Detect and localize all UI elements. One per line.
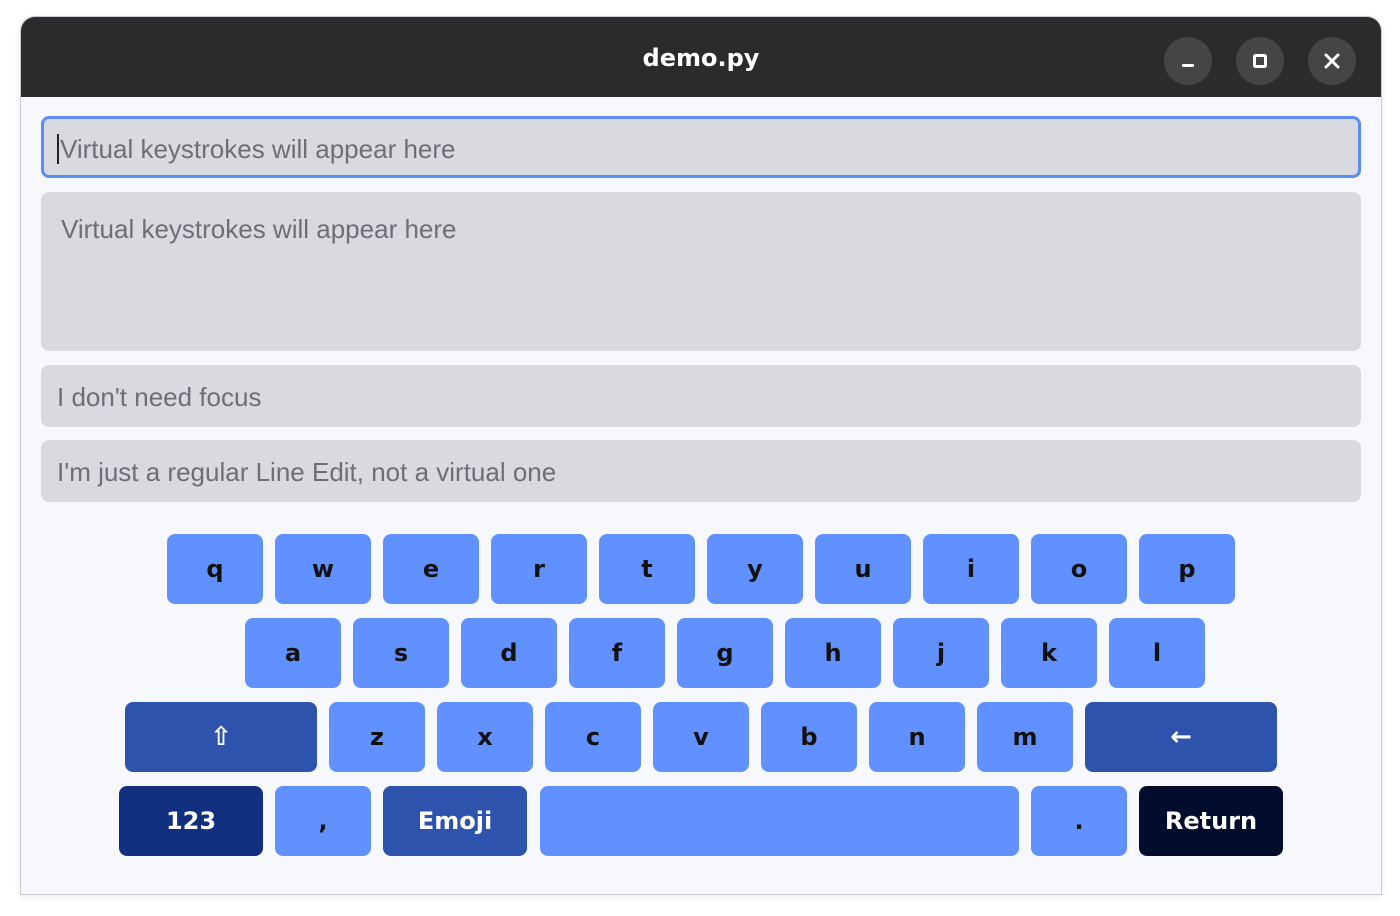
key-h[interactable]: h (785, 618, 881, 688)
key-l[interactable]: l (1109, 618, 1205, 688)
key-t[interactable]: t (599, 534, 695, 604)
virtual-line-edit-focused[interactable]: Virtual keystrokes will appear here (41, 116, 1361, 178)
key-y[interactable]: y (707, 534, 803, 604)
minimize-button[interactable] (1164, 37, 1212, 85)
key-d[interactable]: d (461, 618, 557, 688)
title-bar[interactable]: demo.py (21, 17, 1381, 97)
no-focus-line-edit-placeholder: I don't need focus (57, 382, 262, 412)
no-focus-line-edit[interactable]: I don't need focus (41, 365, 1361, 427)
shift-key[interactable]: ⇧ (125, 702, 317, 772)
key-o[interactable]: o (1031, 534, 1127, 604)
key-f[interactable]: f (569, 618, 665, 688)
key-k[interactable]: k (1001, 618, 1097, 688)
key-m[interactable]: m (977, 702, 1073, 772)
key-v[interactable]: v (653, 702, 749, 772)
close-button[interactable] (1308, 37, 1356, 85)
regular-line-edit-placeholder: I'm just a regular Line Edit, not a virt… (57, 457, 557, 487)
key-g[interactable]: g (677, 618, 773, 688)
close-icon (1324, 53, 1340, 69)
key-n[interactable]: n (869, 702, 965, 772)
key-q[interactable]: q (167, 534, 263, 604)
key-e[interactable]: e (383, 534, 479, 604)
key-s[interactable]: s (353, 618, 449, 688)
maximize-icon (1253, 54, 1267, 68)
virtual-line-edit-placeholder: Virtual keystrokes will appear here (60, 134, 456, 164)
key-c[interactable]: c (545, 702, 641, 772)
key-j[interactable]: j (893, 618, 989, 688)
key-b[interactable]: b (761, 702, 857, 772)
key-x[interactable]: x (437, 702, 533, 772)
text-caret (57, 134, 59, 165)
key-z[interactable]: z (329, 702, 425, 772)
minimize-icon (1182, 64, 1194, 67)
key-u[interactable]: u (815, 534, 911, 604)
regular-line-edit[interactable]: I'm just a regular Line Edit, not a virt… (41, 440, 1361, 502)
app-window: demo.py Virtual keystrokes will appear h… (21, 17, 1381, 894)
key-i[interactable]: i (923, 534, 1019, 604)
emoji-key[interactable]: Emoji (383, 786, 527, 856)
comma-key[interactable]: , (275, 786, 371, 856)
backspace-key[interactable]: ← (1085, 702, 1277, 772)
key-p[interactable]: p (1139, 534, 1235, 604)
key-a[interactable]: a (245, 618, 341, 688)
period-key[interactable]: . (1031, 786, 1127, 856)
shift-icon: ⇧ (210, 722, 232, 752)
key-r[interactable]: r (491, 534, 587, 604)
maximize-button[interactable] (1236, 37, 1284, 85)
key-w[interactable]: w (275, 534, 371, 604)
space-key[interactable] (540, 786, 1019, 856)
backspace-icon: ← (1170, 722, 1192, 752)
numbers-key[interactable]: 123 (119, 786, 263, 856)
return-key[interactable]: Return (1139, 786, 1283, 856)
virtual-text-area-placeholder: Virtual keystrokes will appear here (61, 214, 457, 244)
virtual-text-area[interactable]: Virtual keystrokes will appear here (41, 192, 1361, 351)
